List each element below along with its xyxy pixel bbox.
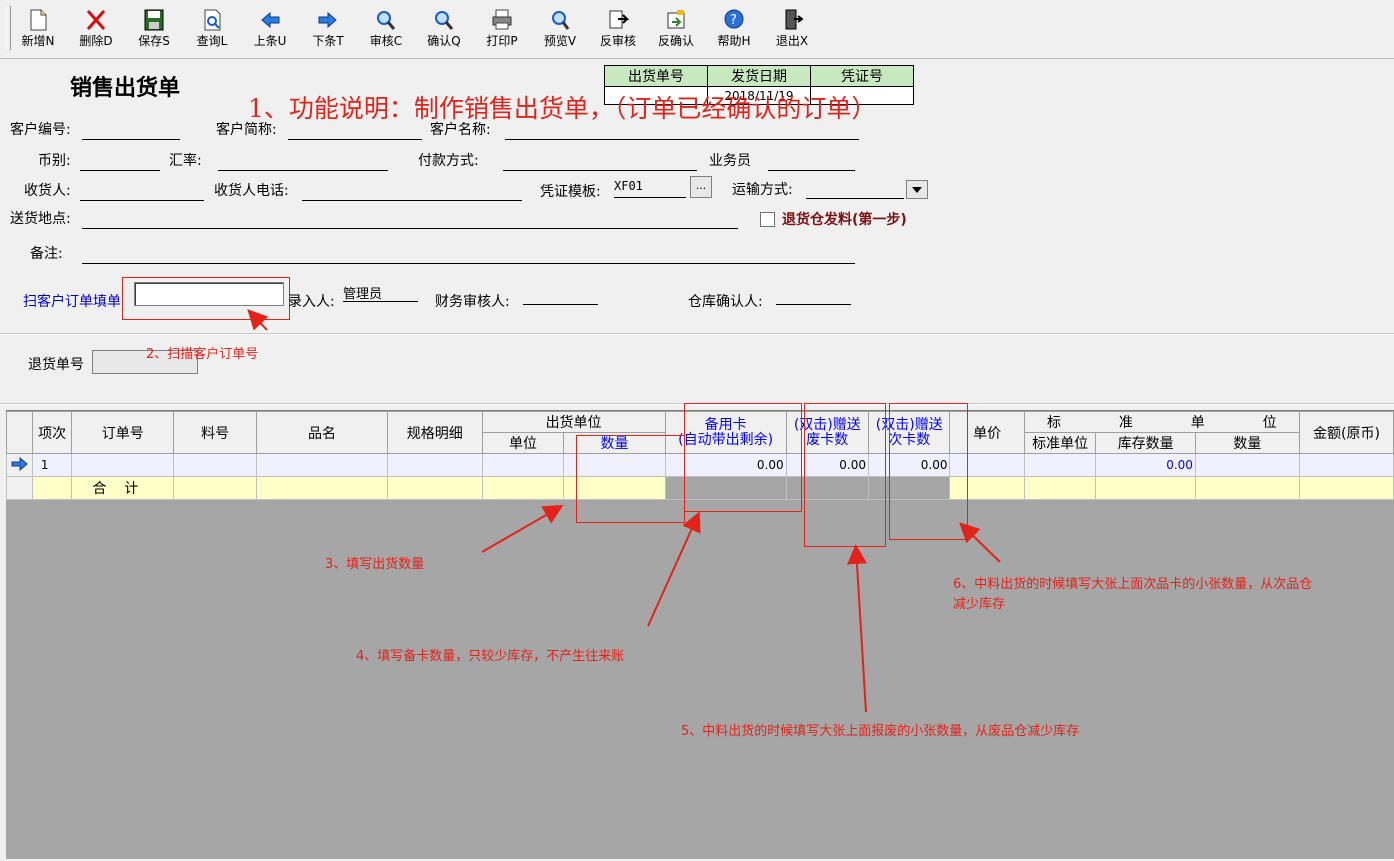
annotation-spare-qty: 4、填写备卡数量，只较少库存，不产生往来账	[356, 649, 625, 664]
arrow-scan	[247, 309, 269, 331]
arrow-qty	[481, 505, 564, 553]
annotation-fill-qty: 3、填写出货数量	[325, 557, 425, 572]
arrow-defect	[959, 522, 1001, 563]
arrow-waste	[846, 544, 867, 713]
arrow-spare	[647, 511, 701, 627]
annotation-waste-qty: 5、中料出货的时候填写大张上面报废的小张数量，从废品仓减少库存	[681, 724, 1080, 739]
annotation-defect-qty-line1: 6、中料出货的时候填写大张上面次品卡的小张数量，从次品仓	[953, 577, 1313, 592]
annotation-defect-qty-line2: 减少库存	[953, 597, 1006, 612]
